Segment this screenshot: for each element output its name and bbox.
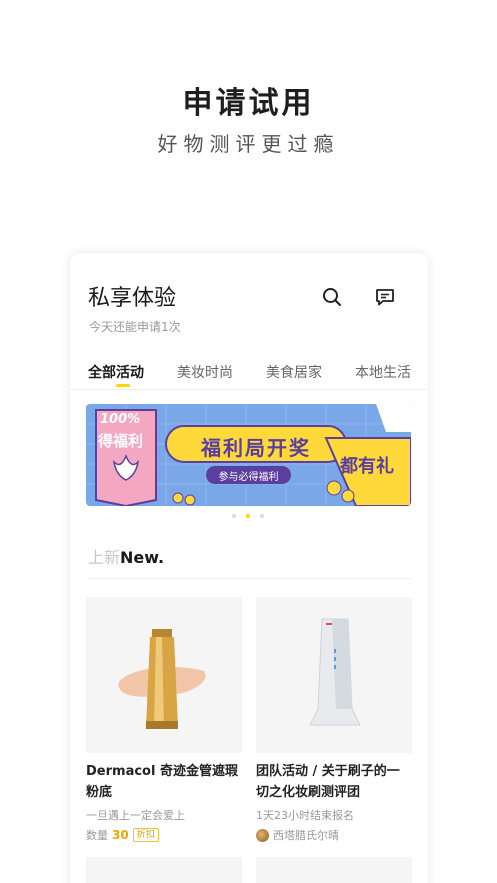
banner-subtitle: 参与必得福利 [218, 472, 279, 483]
tab-indicator [116, 384, 130, 387]
product-image [256, 597, 412, 753]
promo-banner[interactable]: 100% 得福利 福利局开奖 参与必得福利 都有礼 [86, 404, 411, 506]
hero-title: 申请试用 [168, 84, 329, 124]
product-quantity: 数量 30 折扣 [86, 827, 242, 843]
brush-holder-image [309, 618, 361, 726]
author-name[interactable]: 西塔腊氏尔晴 [273, 827, 339, 843]
signup-deadline: 1天23小时结束报名 [256, 809, 354, 822]
product-image [86, 597, 242, 753]
product-card-placeholder[interactable] [86, 857, 242, 883]
section-title-cn: 上新 [88, 548, 121, 567]
product-card[interactable]: 团队活动 / 关于刷子的一切之化妆刷测评团 1天23小时结束报名 西塔腊氏尔晴 [256, 597, 412, 843]
carousel-indicator [232, 514, 266, 520]
carousel-dot[interactable] [260, 514, 264, 518]
section-title: 上新New. [88, 544, 164, 568]
tab-all[interactable]: 全部活动 [88, 362, 144, 382]
banner-title: 福利局开奖 [201, 436, 311, 460]
banner-left-text: 得福利 [98, 432, 144, 450]
apply-quota-text: 今天还能申请1次 [89, 320, 181, 334]
category-tabs: 全部活动 美妆时尚 美食居家 本地生活 [70, 362, 428, 390]
search-icon [323, 288, 341, 306]
product-card[interactable]: Dermacol 奇迹金管遮瑕粉底 一旦遇上一定会爱上 数量 30 折扣 [86, 597, 242, 843]
page-title: 私享体验 [88, 286, 177, 311]
tab-local-life[interactable]: 本地生活 [355, 362, 411, 382]
section-title-en: New. [120, 548, 165, 567]
quantity-value: 30 [112, 828, 129, 842]
tab-beauty[interactable]: 美妆时尚 [177, 362, 233, 382]
carousel-dot[interactable] [232, 514, 236, 518]
message-icon [376, 289, 394, 306]
product-tagline: 一旦遇上一定会爱上 [86, 809, 185, 822]
quantity-label: 数量 [86, 829, 108, 842]
product-name[interactable]: 团队活动 / 关于刷子的一切之化妆刷测评团 [256, 761, 412, 803]
product-author: 西塔腊氏尔晴 [256, 827, 412, 843]
product-card-placeholder[interactable] [256, 857, 412, 883]
banner-right-text: 都有礼 [340, 456, 394, 477]
message-button[interactable] [372, 284, 398, 310]
product-name[interactable]: Dermacol 奇迹金管遮瑕粉底 [86, 761, 242, 803]
divider [88, 578, 411, 579]
avatar[interactable] [256, 828, 269, 842]
search-button[interactable] [319, 284, 345, 310]
banner-badge-text: 100% [100, 412, 141, 427]
hero-section: 申请试用 好物测评更过瘾 [0, 0, 497, 230]
foundation-tube-image [118, 629, 206, 729]
hero-subtitle: 好物测评更过瘾 [157, 132, 340, 156]
tab-food-home[interactable]: 美食居家 [266, 362, 322, 382]
carousel-dot-active[interactable] [246, 514, 250, 518]
discount-badge: 折扣 [132, 828, 159, 842]
